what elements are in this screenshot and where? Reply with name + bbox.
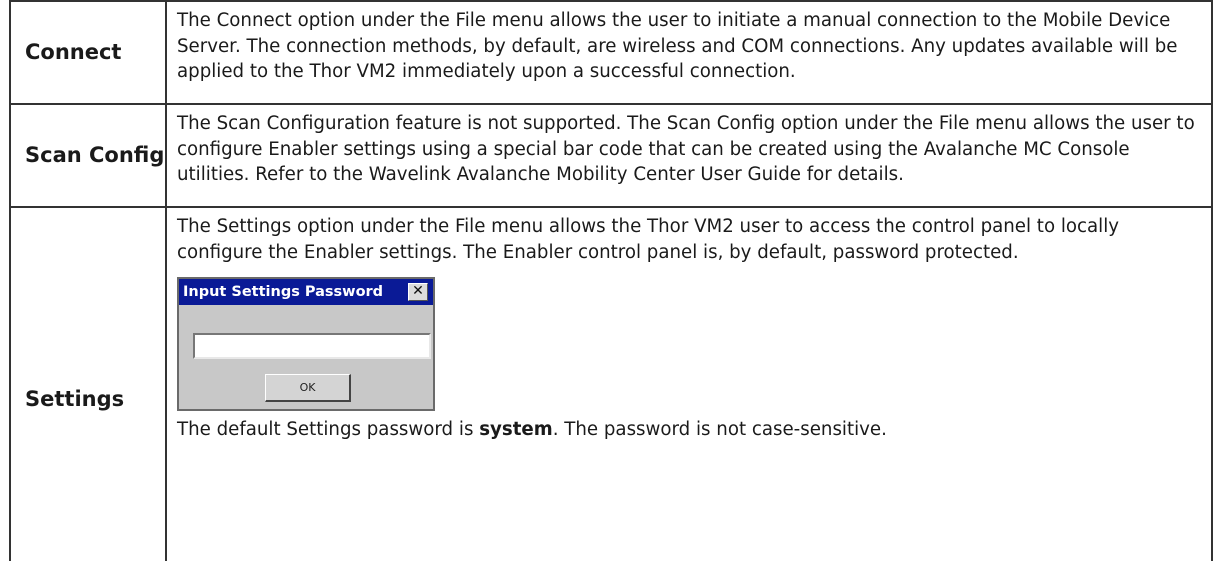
description-cell: The Connect option under the File menu a… xyxy=(165,0,1213,105)
description-cell: The Scan Configuration feature is not su… xyxy=(165,103,1213,208)
term-settings: Settings xyxy=(9,206,167,561)
term-connect: Connect xyxy=(9,0,167,105)
note-suffix: . The password is not case-sensitive. xyxy=(552,419,887,440)
password-input[interactable] xyxy=(193,333,431,359)
password-dialog-screenshot: Input Settings Password ✕ OK xyxy=(177,277,435,411)
ok-button[interactable]: OK xyxy=(265,374,351,402)
description-settings: The Settings option under the File menu … xyxy=(177,216,1120,263)
dialog-title: Input Settings Password xyxy=(183,284,384,300)
table-row: Scan Config The Scan Configuration featu… xyxy=(9,103,1213,208)
description-connect: The Connect option under the File menu a… xyxy=(177,10,1178,82)
table-row: Connect The Connect option under the Fil… xyxy=(9,0,1213,105)
default-password-value: system xyxy=(479,419,553,440)
default-password-note: The default Settings password is system.… xyxy=(177,417,1201,443)
definition-table: Connect The Connect option under the Fil… xyxy=(9,0,1213,561)
dialog-title-bar: Input Settings Password ✕ xyxy=(179,279,433,305)
description-scan-config: The Scan Configuration feature is not su… xyxy=(177,113,1195,185)
close-icon[interactable]: ✕ xyxy=(408,283,428,301)
table-row: Settings The Settings option under the F… xyxy=(9,206,1213,561)
note-prefix: The default Settings password is xyxy=(177,419,480,440)
description-cell: The Settings option under the File menu … xyxy=(165,206,1213,561)
term-scan-config: Scan Config xyxy=(9,103,167,208)
